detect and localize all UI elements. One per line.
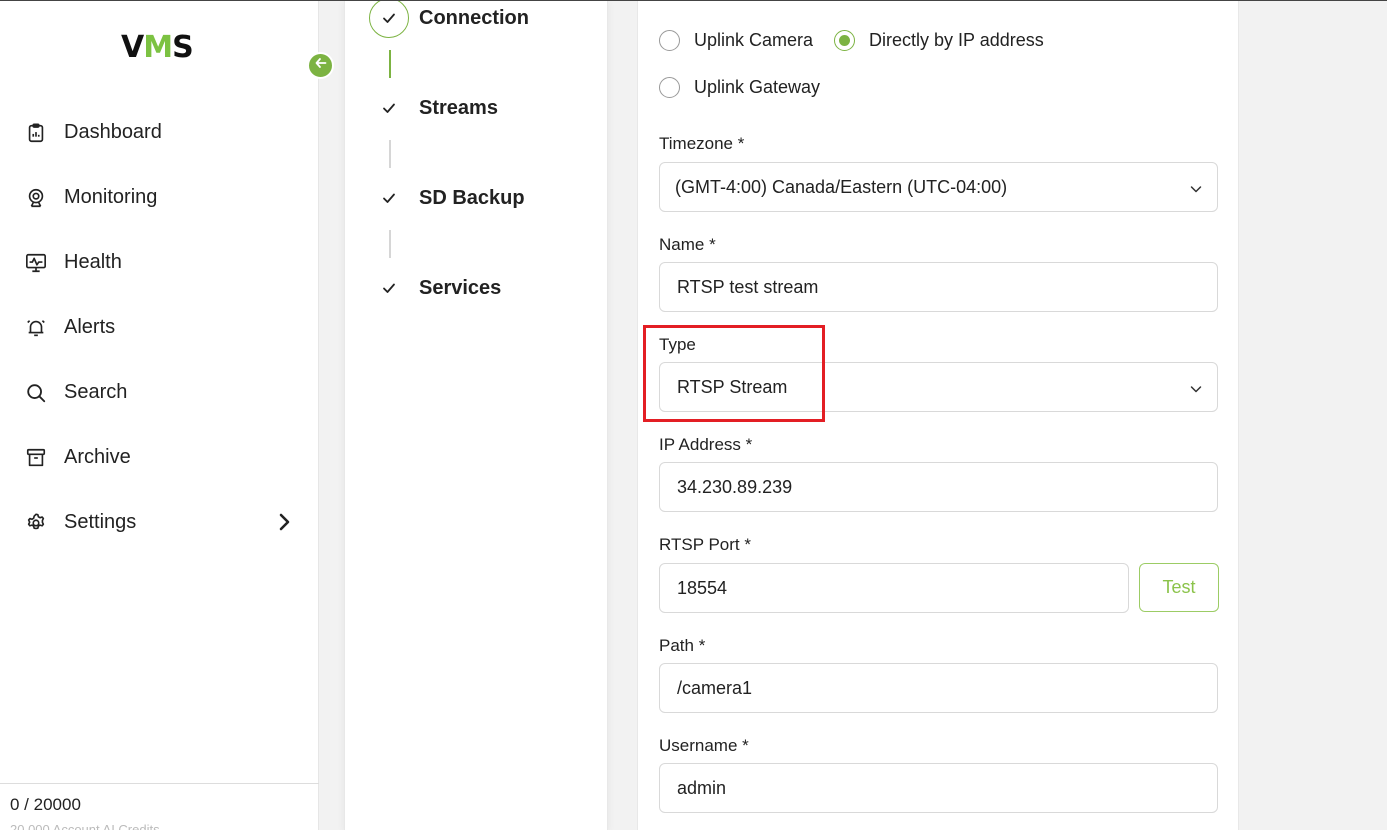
step-label: Services [419, 276, 502, 299]
rtsp-port-label: RTSP Port * [659, 535, 751, 554]
sidebar-nav: Dashboard Monitoring Health Alerts Searc… [0, 100, 319, 555]
sidebar-item-monitoring[interactable]: Monitoring [0, 165, 319, 230]
sidebar-item-health[interactable]: Health [0, 230, 319, 295]
name-input[interactable]: RTSP test stream [659, 262, 1218, 312]
ip-address-input[interactable]: 34.230.89.239 [659, 462, 1218, 512]
sidebar-item-label: Settings [64, 511, 137, 533]
sidebar-item-label: Health [64, 251, 122, 273]
sidebar-item-settings[interactable]: Settings [0, 490, 319, 555]
sidebar-item-search[interactable]: Search [0, 360, 319, 425]
radio-uplink-camera[interactable]: Uplink Camera [659, 30, 813, 51]
monitor-pulse-icon [24, 251, 48, 275]
username-input[interactable]: admin [659, 763, 1218, 813]
top-border [0, 0, 1387, 1]
step-label: Connection [419, 6, 529, 29]
credit-usage: 0 / 20000 [0, 783, 319, 826]
step-status [369, 178, 409, 218]
test-button[interactable]: Test [1139, 563, 1219, 612]
chevron-down-icon [1189, 380, 1203, 401]
archive-icon [24, 446, 48, 470]
step-status [369, 88, 409, 128]
sidebar-item-alerts[interactable]: Alerts [0, 295, 319, 360]
sidebar-item-dashboard[interactable]: Dashboard [0, 100, 319, 165]
connection-form: Uplink Camera Directly by IP address Upl… [637, 0, 1239, 830]
alarm-icon [24, 316, 48, 340]
path-label: Path * [659, 636, 706, 655]
radio-button[interactable] [834, 30, 855, 51]
chevron-down-icon [1189, 180, 1203, 201]
ip-address-label: IP Address * [659, 435, 753, 454]
radio-button[interactable] [659, 77, 680, 98]
sidebar-item-archive[interactable]: Archive [0, 425, 319, 490]
check-icon [383, 283, 395, 293]
path-input[interactable]: /camera1 [659, 663, 1218, 713]
gear-icon [24, 511, 48, 535]
check-icon [383, 103, 395, 113]
step-label: SD Backup [419, 186, 525, 209]
step-status [369, 0, 409, 38]
step-services[interactable]: Services [369, 268, 501, 308]
clipboard-icon [24, 121, 48, 145]
collapse-sidebar-button[interactable] [307, 52, 334, 79]
step-status [369, 268, 409, 308]
radio-uplink-gateway[interactable]: Uplink Gateway [659, 77, 820, 98]
sidebar-item-label: Alerts [64, 316, 116, 338]
step-connector [389, 50, 391, 78]
sidebar-item-label: Search [64, 381, 128, 403]
sidebar-item-label: Archive [64, 446, 131, 468]
check-icon [383, 13, 395, 23]
step-streams[interactable]: Streams [369, 88, 498, 128]
timezone-label: Timezone * [659, 134, 745, 153]
type-select[interactable]: RTSP Stream [659, 362, 1218, 412]
rtsp-port-input[interactable]: 18554 [659, 563, 1129, 613]
wizard-stepper: Connection Streams SD Backup Services [344, 0, 608, 830]
step-sd-backup[interactable]: SD Backup [369, 178, 525, 218]
sidebar: VMS Dashboard Monitoring Health Alerts S… [0, 0, 319, 830]
username-label: Username * [659, 736, 749, 755]
search-icon [24, 381, 48, 405]
step-label: Streams [419, 96, 498, 119]
arrow-left-icon [314, 56, 328, 75]
sidebar-item-label: Monitoring [64, 186, 158, 208]
step-connector [389, 230, 391, 258]
step-connection[interactable]: Connection [369, 0, 529, 38]
name-label: Name * [659, 235, 716, 254]
credit-usage-caption: 20,000 Account AI Credits [10, 822, 160, 830]
sidebar-item-label: Dashboard [64, 121, 162, 143]
webcam-icon [24, 186, 48, 210]
check-icon [383, 193, 395, 203]
radio-direct-ip[interactable]: Directly by IP address [834, 30, 1044, 51]
logo[interactable]: VMS [121, 30, 194, 65]
type-label: Type [659, 335, 696, 354]
chevron-right-icon[interactable] [277, 512, 291, 537]
step-connector [389, 140, 391, 168]
radio-button[interactable] [659, 30, 680, 51]
timezone-select[interactable]: (GMT-4:00) Canada/Eastern (UTC-04:00) [659, 162, 1218, 212]
